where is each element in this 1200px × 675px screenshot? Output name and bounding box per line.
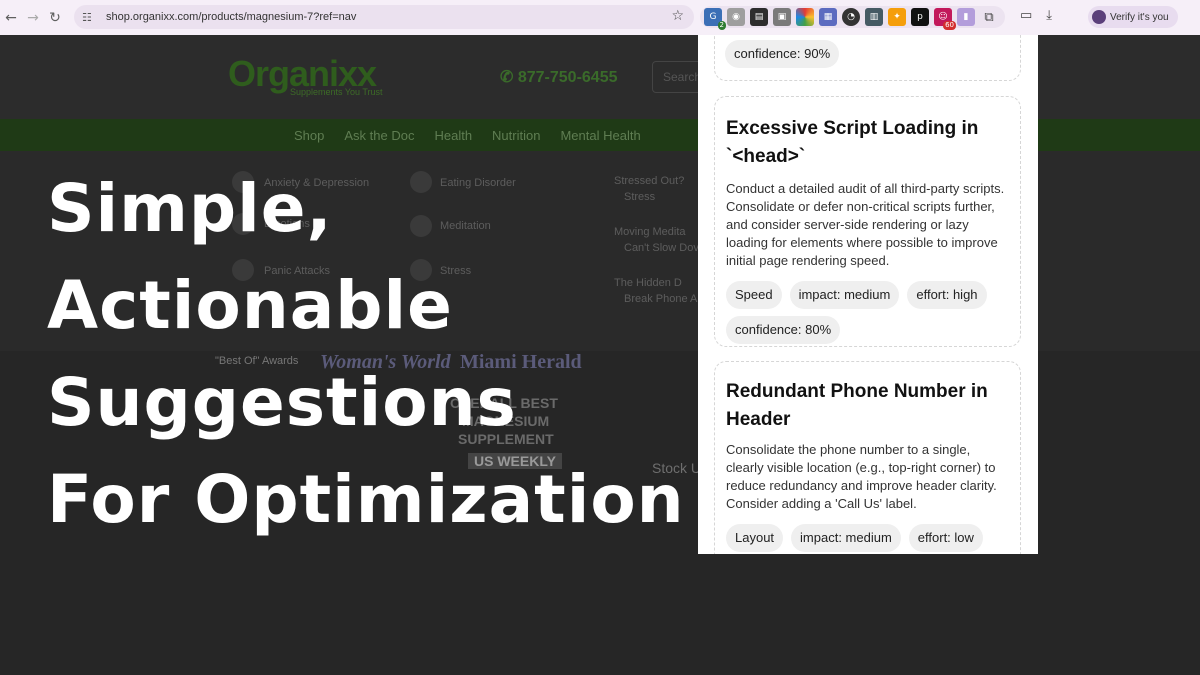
confidence-tag: confidence: 90% (725, 40, 840, 68)
suggestions-popup: confidence: 90% Excessive Script Loading… (698, 35, 1038, 554)
suggestion-body: Consolidate the phone number to a single… (726, 442, 997, 511)
extension-icon[interactable]: ▣ (773, 8, 791, 26)
headline-line: Actionable (47, 267, 453, 344)
analytics-extension-icon[interactable]: ▮ (957, 8, 975, 26)
forward-icon[interactable]: → (22, 7, 44, 29)
browser-toolbar: ← → ↻ ☷ shop.organixx.com/products/magne… (0, 0, 1200, 35)
nav-item-nutrition[interactable]: Nutrition (492, 128, 540, 143)
suggestion-card: confidence: 90% (714, 35, 1021, 81)
tag-list: Speed impact: medium effort: high confid… (726, 281, 1010, 344)
extension-icon[interactable]: ☺ 60 (934, 8, 956, 30)
impact-tag: impact: medium (791, 524, 901, 552)
suggestion-title: Excessive Script Loading in `<head>` (726, 118, 979, 167)
extension-icon[interactable]: ▥ (865, 8, 883, 26)
tag-list: Layout impact: medium effort: low (726, 524, 1010, 552)
nav-item-shop[interactable]: Shop (294, 128, 324, 143)
extension-icon[interactable]: G2 (704, 8, 726, 30)
effort-tag: effort: high (907, 281, 987, 309)
nav-item-health[interactable]: Health (434, 128, 472, 143)
category-tag: Layout (726, 524, 784, 552)
suggestion-card: Excessive Script Loading in `<head>` Con… (714, 96, 1021, 347)
extension-icon[interactable]: ◔ (842, 8, 860, 26)
extension-badge: 2 (717, 21, 726, 30)
site-tagline: Supplements You Trust (290, 87, 383, 97)
extension-bar: G2 ◉ ▤ ▣ ▦ ◔ ▥ ✦ p ☺ 60 ▮ ⧉ (700, 6, 1005, 30)
phone-number: 877-750-6455 (517, 69, 618, 86)
download-icon[interactable]: ⤓ (1046, 8, 1052, 23)
impact-tag: impact: medium (789, 281, 900, 309)
extension-badge: 60 (943, 21, 956, 30)
site-info-icon[interactable]: ☷ (82, 11, 100, 24)
back-icon[interactable]: ← (0, 7, 22, 29)
headline-line: Simple, (47, 170, 333, 247)
puzzle-icon[interactable]: ⧉ (980, 8, 998, 26)
headline-overlay: Simple, Actionable Suggestions For Optim… (47, 160, 687, 548)
cast-icon[interactable]: ▭ (1020, 8, 1032, 23)
url-text: shop.organixx.com/products/magnesium-7?r… (106, 11, 357, 23)
camera-icon[interactable]: ◉ (727, 8, 745, 26)
bookmark-star-icon[interactable]: ☆ (671, 8, 684, 24)
suggestion-card: Redundant Phone Number in Header Consoli… (714, 361, 1021, 554)
tag-list: confidence: 90% (725, 40, 840, 68)
suggestion-body: Conduct a detailed audit of all third-pa… (726, 181, 1005, 268)
extension-icon[interactable]: ▦ (819, 8, 837, 26)
avatar (1092, 10, 1106, 24)
effort-tag: effort: low (908, 524, 983, 552)
extension-icon[interactable]: ▤ (750, 8, 768, 26)
headline-line: Suggestions (47, 364, 517, 441)
pinterest-icon[interactable]: p (911, 8, 929, 26)
color-wheel-icon[interactable] (796, 8, 814, 26)
address-bar[interactable]: ☷ shop.organixx.com/products/magnesium-7… (74, 5, 694, 29)
confidence-tag: confidence: 80% (726, 316, 841, 344)
reload-icon[interactable]: ↻ (44, 7, 66, 29)
header-phone[interactable]: ✆ 877-750-6455 (500, 67, 618, 87)
verify-label: Verify it's you (1110, 11, 1169, 23)
nav-item-mental-health[interactable]: Mental Health (560, 128, 640, 143)
verify-profile-button[interactable]: Verify it's you (1088, 6, 1178, 28)
suggestion-title: Redundant Phone Number in Header (726, 381, 988, 430)
nav-item-ask-the-doc[interactable]: Ask the Doc (344, 128, 414, 143)
category-tag: Speed (726, 281, 782, 309)
extension-icon[interactable]: ✦ (888, 8, 906, 26)
headline-line: For Optimization (47, 461, 685, 538)
